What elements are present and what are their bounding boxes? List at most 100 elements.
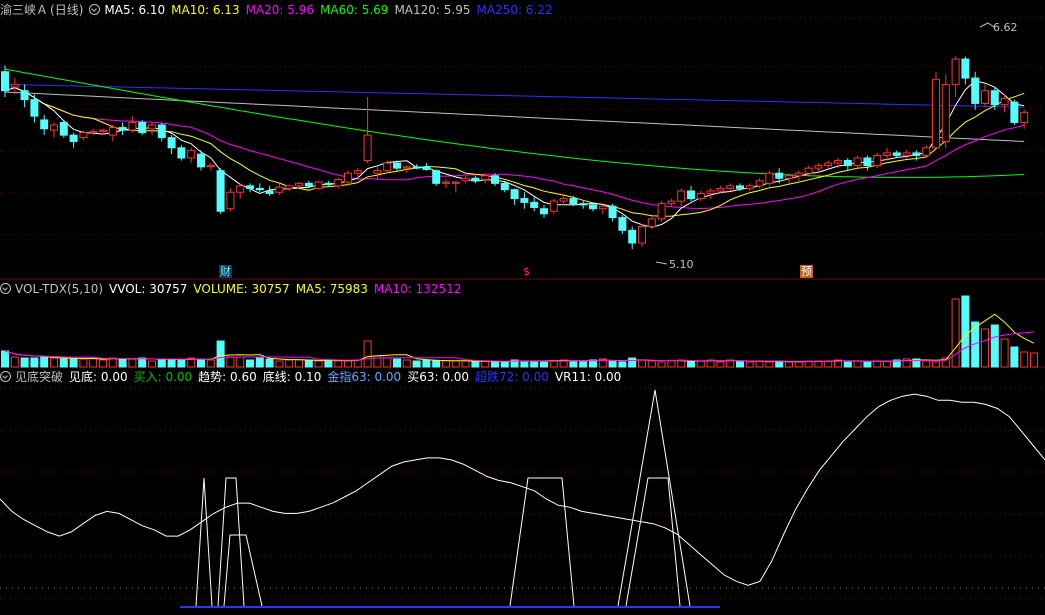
volume-bar: [40, 356, 49, 368]
volume-bar: [118, 358, 127, 368]
volume-panel-header: VOL-TDX(5,10) VVOL: 30757 VOLUME: 30757 MA5…: [0, 281, 467, 297]
candle-body: [941, 83, 950, 142]
candle-body: [647, 218, 656, 227]
volume-bar: [197, 358, 205, 368]
candle-body: [20, 90, 29, 101]
forecast-marker[interactable]: 预: [800, 265, 813, 278]
candle-body: [843, 160, 852, 167]
volume-bar: [1, 350, 9, 368]
vol-label: MA5: 75983: [295, 282, 368, 296]
dividend-marker[interactable]: $: [522, 265, 531, 278]
volume-bar: [745, 361, 754, 368]
volume-bar: [696, 360, 705, 368]
settings-circle-icon[interactable]: [0, 283, 11, 294]
candle-body: [314, 181, 323, 189]
volume-bar: [334, 360, 343, 368]
volume-bar: [481, 360, 490, 368]
ma-label: MA20: 5.96: [245, 3, 315, 17]
vol-label: VOL-TDX(5,10): [15, 282, 104, 296]
ma-label: MA5: 6.10: [104, 3, 166, 17]
volume-bar: [451, 360, 460, 368]
candle-body: [569, 198, 578, 205]
candle-body: [30, 99, 39, 117]
candle-body: [393, 162, 401, 169]
candle-body: [530, 201, 539, 208]
candle-body: [559, 198, 568, 202]
volume-bar: [981, 328, 989, 368]
candle-body: [794, 172, 803, 177]
candle-body: [657, 203, 666, 220]
volume-bar: [932, 361, 940, 368]
volume-ma5-line: [4, 313, 1035, 363]
volume-bar: [520, 360, 529, 368]
candle-body: [922, 147, 931, 156]
candle-body: [246, 185, 254, 189]
settings-circle-icon[interactable]: [0, 371, 11, 382]
volume-bar: [255, 357, 264, 368]
candle-body: [461, 177, 470, 182]
candle-body: [59, 121, 68, 136]
ind-label: VR11: 0.00: [554, 370, 622, 384]
candle-body: [736, 185, 744, 189]
candle-body: [177, 147, 186, 159]
volume-bar: [491, 361, 499, 368]
candle-body: [598, 205, 607, 210]
volume-bar: [295, 359, 303, 368]
signal-pulse: [217, 477, 245, 607]
candle-body: [275, 186, 284, 193]
candle-body: [687, 190, 695, 200]
candle-body: [432, 170, 441, 184]
candle-body: [69, 134, 78, 142]
candle-body: [187, 149, 196, 159]
volume-bar: [99, 359, 107, 368]
candle-body: [412, 166, 421, 169]
candle-body: [716, 187, 725, 192]
volume-bar: [89, 357, 98, 368]
volume-bar: [206, 359, 215, 368]
candle-body: [500, 182, 509, 191]
volume-bar: [30, 357, 39, 368]
ma-label: MA60: 5.69: [320, 3, 389, 17]
high-price-label: 6.62: [993, 21, 1018, 34]
volume-bar: [785, 361, 793, 368]
volume-bar: [579, 360, 588, 368]
candle-body: [765, 172, 774, 184]
signal-pulse: [195, 477, 213, 607]
candle-body: [481, 175, 490, 181]
candle-body: [451, 181, 460, 184]
volume-bar: [618, 361, 627, 368]
candle-body: [89, 130, 98, 134]
volume-bar: [755, 360, 764, 368]
financial-report-marker[interactable]: 财: [219, 265, 232, 278]
volume-bar: [540, 360, 548, 368]
candle-body: [99, 129, 107, 132]
volume-bar: [873, 360, 882, 368]
volume-bar: [226, 356, 235, 368]
vol-label: MA10: 132512: [373, 282, 462, 296]
price-panel-header: 渝三峡Ａ (日线) MA5: 6.10 MA10: 6.13 MA20: 5.96 MA6…: [0, 2, 559, 18]
volume-bar: [716, 361, 725, 368]
trend-line: [0, 393, 1045, 586]
candle-body: [745, 185, 754, 189]
candlestick-series: [1, 56, 1029, 250]
candle-body: [618, 217, 627, 231]
candle-body: [540, 208, 548, 215]
candle-body: [510, 189, 519, 200]
volume-bar: [285, 359, 294, 368]
candle-body: [696, 192, 705, 200]
vol-label: VVOL: 30757: [109, 282, 188, 296]
candle-body: [883, 152, 891, 156]
ind-label: 金指63: 0.00: [327, 370, 402, 384]
vol-label: VOLUME: 30757: [193, 282, 290, 296]
candle-body: [157, 124, 166, 139]
candle-body: [491, 175, 499, 184]
volume-bar: [638, 359, 646, 368]
settings-circle-icon[interactable]: [89, 4, 101, 15]
candle-body: [971, 77, 980, 104]
candle-body: [108, 127, 117, 136]
candle-body: [40, 119, 49, 130]
ma5-line: [4, 80, 1025, 228]
candle-body: [255, 187, 264, 191]
volume-bar: [736, 360, 744, 368]
candle-body: [912, 152, 921, 156]
